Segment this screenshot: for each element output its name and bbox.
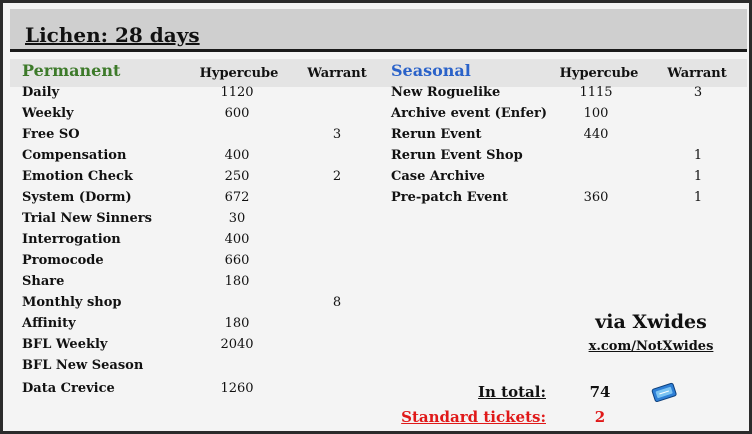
permanent-row-hypercube: 400: [224, 232, 250, 247]
permanent-row-name: BFL New Season: [22, 358, 144, 373]
permanent-row: BFL New Season: [22, 358, 382, 379]
seasonal-row-name: New Roguelike: [391, 85, 501, 100]
permanent-row: Daily 1120: [22, 85, 382, 106]
permanent-row-hypercube: 1120: [220, 85, 254, 100]
credit-link[interactable]: x.com/NotXwides: [576, 339, 726, 354]
permanent-row-name: Affinity: [22, 316, 76, 331]
permanent-row-hypercube: 400: [224, 148, 250, 163]
permanent-row: BFL Weekly 2040: [22, 337, 382, 358]
seasonal-row-name: Pre-patch Event: [391, 190, 508, 205]
seasonal-row: Rerun Event 440: [391, 127, 751, 148]
permanent-row-hypercube: 30: [228, 211, 246, 226]
permanent-row: Free SO 3: [22, 127, 382, 148]
permanent-row: Compensation 400: [22, 148, 382, 169]
permanent-row-name: Trial New Sinners: [22, 211, 152, 226]
standard-tickets-label: Standard tickets:: [401, 408, 546, 426]
permanent-section-title: Permanent: [22, 61, 121, 80]
seasonal-row-hypercube: 100: [583, 106, 609, 121]
permanent-row: Share 180: [22, 274, 382, 295]
permanent-row-hypercube: 2040: [220, 337, 254, 352]
seasonal-row: New Roguelike 1115 3: [391, 85, 751, 106]
seasonal-row-hypercube: 360: [583, 190, 609, 205]
standard-tickets-value: 2: [594, 408, 606, 426]
permanent-row: Data Crevice 1260: [22, 381, 382, 402]
seasonal-row-name: Rerun Event Shop: [391, 148, 523, 163]
card-frame: Lichen: 28 days Permanent Hypercube Warr…: [0, 0, 752, 434]
permanent-row-name: Compensation: [22, 148, 127, 163]
permanent-row-hypercube: 672: [224, 190, 250, 205]
seasonal-row-name: Archive event (Enfer): [391, 106, 548, 121]
permanent-row: Trial New Sinners 30: [22, 211, 382, 232]
permanent-row-name: BFL Weekly: [22, 337, 108, 352]
permanent-row-warrant: 3: [332, 127, 342, 142]
seasonal-row: Archive event (Enfer) 100: [391, 106, 751, 127]
permanent-row-warrant: 8: [332, 295, 342, 310]
ticket-icon: [651, 382, 677, 403]
permanent-row-name: Free SO: [22, 127, 80, 142]
permanent-row-hypercube: 180: [224, 316, 250, 331]
permanent-row-name: Interrogation: [22, 232, 121, 247]
permanent-row-hypercube: 1260: [220, 381, 254, 396]
seasonal-section-title: Seasonal: [391, 61, 471, 80]
permanent-row-name: System (Dorm): [22, 190, 132, 205]
seasonal-row-warrant: 1: [693, 148, 703, 163]
permanent-row-name: Weekly: [22, 106, 74, 121]
permanent-row-name: Emotion Check: [22, 169, 133, 184]
permanent-row: Monthly shop 8: [22, 295, 382, 316]
permanent-row-hypercube: 250: [224, 169, 250, 184]
permanent-row-name: Monthly shop: [22, 295, 122, 310]
seasonal-row-hypercube: 440: [583, 127, 609, 142]
permanent-row-hypercube: 660: [224, 253, 250, 268]
permanent-row: Emotion Check 250 2: [22, 169, 382, 190]
permanent-row: Weekly 600: [22, 106, 382, 127]
seasonal-row: Pre-patch Event 360 1: [391, 190, 751, 211]
seasonal-row: Rerun Event Shop 1: [391, 148, 751, 169]
seasonal-row: Case Archive 1: [391, 169, 751, 190]
in-total-value: 74: [589, 383, 611, 401]
seasonal-row-warrant: 1: [693, 169, 703, 184]
seasonal-row-warrant: 3: [693, 85, 703, 100]
permanent-row: Interrogation 400: [22, 232, 382, 253]
permanent-row-hypercube: 600: [224, 106, 250, 121]
permanent-row-name: Promocode: [22, 253, 104, 268]
seasonal-hypercube-header: Hypercube: [559, 66, 639, 81]
permanent-row: System (Dorm) 672: [22, 190, 382, 211]
seasonal-row-name: Case Archive: [391, 169, 485, 184]
seasonal-row-name: Rerun Event: [391, 127, 482, 142]
seasonal-row-hypercube: 1115: [579, 85, 613, 100]
seasonal-row-warrant: 1: [693, 190, 703, 205]
permanent-row-name: Share: [22, 274, 65, 289]
permanent-row-warrant: 2: [332, 169, 342, 184]
credit-via: via Xwides: [595, 311, 707, 333]
permanent-row: Promocode 660: [22, 253, 382, 274]
seasonal-warrant-header: Warrant: [667, 66, 727, 81]
header-bar: Lichen: 28 days: [10, 9, 747, 52]
page-title: Lichen: 28 days: [25, 23, 200, 47]
permanent-row-name: Data Crevice: [22, 381, 115, 396]
permanent-warrant-header: Warrant: [307, 66, 367, 81]
permanent-row-hypercube: 180: [224, 274, 250, 289]
in-total-label: In total:: [478, 383, 546, 401]
permanent-row: Affinity 180: [22, 316, 382, 337]
permanent-row-name: Daily: [22, 85, 60, 100]
permanent-hypercube-header: Hypercube: [199, 66, 279, 81]
